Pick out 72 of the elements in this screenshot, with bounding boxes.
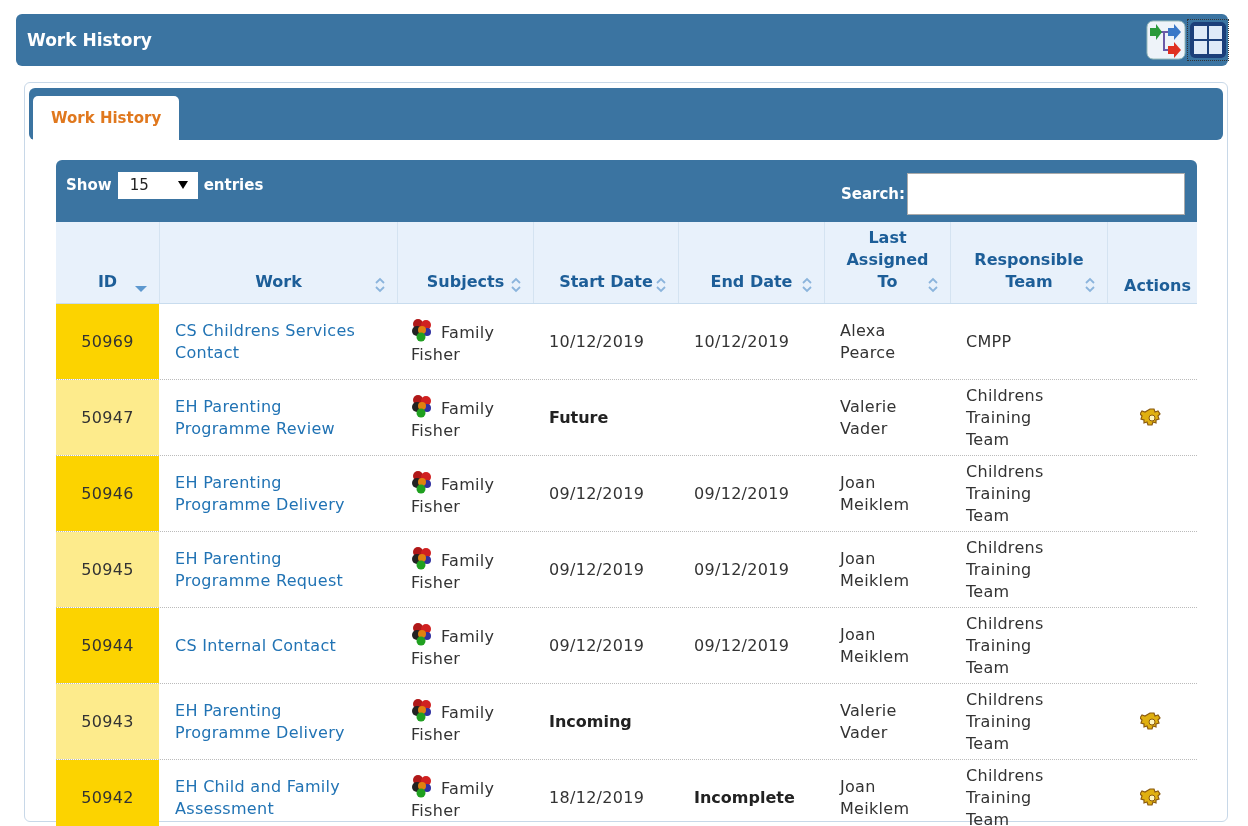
- table-cell: 50945: [56, 532, 159, 607]
- table-cell-text: Valerie Vader: [839, 395, 898, 440]
- table-cell: Family Fisher: [411, 393, 503, 442]
- table-cell-text: 09/12/2019: [548, 482, 646, 505]
- caret-icon: [177, 181, 188, 189]
- table-cell-text: Childrens Training Team: [965, 688, 1045, 755]
- table-cell-text: Childrens Training Team: [965, 460, 1045, 527]
- family-icon: [411, 545, 433, 570]
- table-cell: Family Fisher: [411, 317, 503, 366]
- table-cell-text: Incomplete: [693, 786, 796, 809]
- table-cell: Family Fisher: [411, 469, 503, 518]
- table-cell: Family Fisher: [411, 773, 503, 822]
- table-cell-text: 09/12/2019: [693, 558, 791, 581]
- column-header[interactable]: End Date: [678, 222, 824, 303]
- table-cell-text: Future: [548, 406, 610, 429]
- table-cell: 50943: [56, 684, 159, 759]
- table-cell: Family Fisher: [411, 545, 503, 594]
- table-cell-text: 09/12/2019: [548, 558, 646, 581]
- table-cell-text: 18/12/2019: [548, 786, 646, 809]
- panel-title: Work History: [27, 30, 152, 50]
- table-cell: 50946: [56, 456, 159, 531]
- search-field[interactable]: [907, 173, 1185, 215]
- table-cell-text: Childrens Training Team: [965, 764, 1045, 826]
- family-icon: [411, 393, 433, 418]
- work-link[interactable]: CS Internal Contact: [175, 634, 337, 657]
- family-icon: [411, 317, 433, 342]
- table-cell-text: Childrens Training Team: [965, 612, 1045, 679]
- column-header[interactable]: Last Assigned To: [824, 222, 950, 303]
- family-icon: [411, 697, 433, 722]
- table-cell: 50947: [56, 380, 159, 455]
- table-cell-text: 09/12/2019: [548, 634, 646, 657]
- table-cell-text: 09/12/2019: [693, 634, 791, 657]
- family-icon: [411, 469, 433, 494]
- table-cell-text: Joan Meiklem: [838, 547, 911, 592]
- table-cell: Family Fisher: [411, 697, 503, 746]
- work-link[interactable]: EH Child and Family Assessment: [175, 775, 367, 820]
- column-header[interactable]: Subjects: [397, 222, 533, 303]
- family-icon: [411, 621, 433, 646]
- table-cell-text: Childrens Training Team: [965, 384, 1045, 451]
- table-cell-text: Valerie Vader: [839, 699, 898, 744]
- search-label: Search:: [840, 185, 905, 203]
- table-cell-text: 10/12/2019: [693, 330, 791, 353]
- table-cell-text: Joan Meiklem: [838, 471, 911, 516]
- column-header[interactable]: Work: [159, 222, 397, 303]
- column-header[interactable]: Actions: [1107, 222, 1197, 303]
- grid-view-icon[interactable]: [1188, 20, 1228, 60]
- table-cell: 50942: [56, 760, 159, 826]
- entries-label: entries: [203, 176, 264, 194]
- table-cell-text: 09/12/2019: [693, 482, 791, 505]
- work-link[interactable]: EH Parenting Programme Delivery: [175, 699, 367, 744]
- table-cell-text: Alexa Pearce: [839, 319, 897, 364]
- table-cell-text: Incoming: [548, 710, 633, 733]
- column-header[interactable]: ID: [56, 222, 159, 303]
- show-label: Show: [66, 176, 112, 194]
- table-cell: Family Fisher: [411, 621, 503, 670]
- column-header[interactable]: Responsible Team: [950, 222, 1107, 303]
- work-link[interactable]: CS Childrens Services Contact: [175, 319, 367, 364]
- table-cell-text: Joan Meiklem: [838, 623, 911, 668]
- family-icon: [411, 773, 433, 798]
- work-link[interactable]: EH Parenting Programme Review: [175, 395, 367, 440]
- workflow-icon[interactable]: [1146, 20, 1186, 60]
- table-cell-text: Joan Meiklem: [838, 775, 911, 820]
- table-cell-text: CMPP: [965, 330, 1013, 353]
- table-cell-text: Childrens Training Team: [965, 536, 1045, 603]
- tab[interactable]: Work History: [33, 96, 180, 140]
- entries-select[interactable]: 15: [117, 171, 198, 199]
- table-cell-text: 10/12/2019: [548, 330, 646, 353]
- column-header[interactable]: Start Date: [533, 222, 678, 303]
- table-cell: 50969: [56, 304, 159, 379]
- work-link[interactable]: EH Parenting Programme Request: [175, 547, 367, 592]
- table-cell: 50944: [56, 608, 159, 683]
- work-link[interactable]: EH Parenting Programme Delivery: [175, 471, 367, 516]
